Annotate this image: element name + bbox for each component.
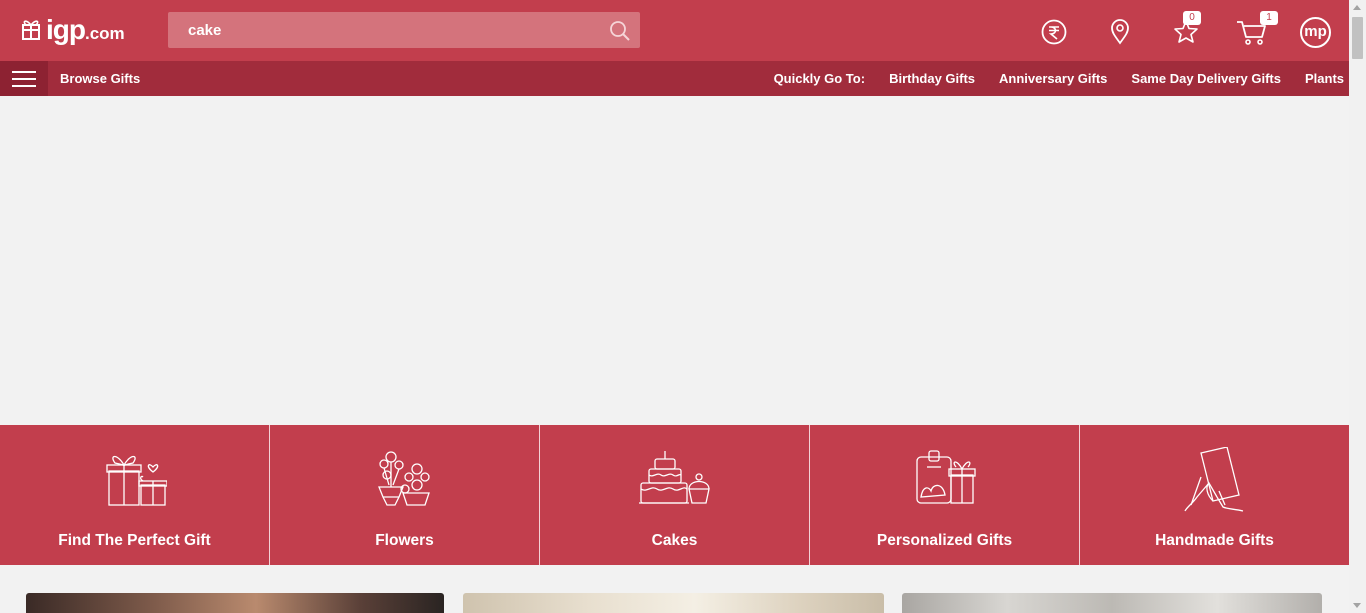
scrollbar-thumb[interactable] bbox=[1352, 17, 1363, 59]
category-cakes[interactable]: Cakes bbox=[540, 425, 810, 565]
location-pin-icon[interactable] bbox=[1106, 18, 1134, 46]
cart-count-badge: 1 bbox=[1260, 11, 1278, 25]
logo-text: igp bbox=[46, 14, 86, 45]
quick-link-birthday-gifts[interactable]: Birthday Gifts bbox=[889, 71, 975, 86]
browse-gifts-link[interactable]: Browse Gifts bbox=[60, 71, 140, 86]
quick-link-same-day-delivery[interactable]: Same Day Delivery Gifts bbox=[1131, 71, 1281, 86]
search-input[interactable] bbox=[168, 12, 588, 48]
category-label: Handmade Gifts bbox=[1155, 532, 1274, 549]
top-header: igp .com 0 1 mp bbox=[0, 0, 1349, 61]
logo-suffix: .com bbox=[85, 24, 125, 43]
product-card[interactable] bbox=[26, 593, 444, 613]
gift-boxes-icon bbox=[105, 455, 167, 506]
menu-hamburger-icon[interactable] bbox=[0, 61, 48, 96]
product-card[interactable] bbox=[902, 593, 1322, 613]
personalized-gift-icon bbox=[915, 450, 976, 504]
flowers-icon bbox=[377, 451, 430, 506]
search-icon[interactable] bbox=[608, 19, 632, 43]
page-scrollbar[interactable] bbox=[1349, 0, 1366, 613]
nav-bar: Browse Gifts Quickly Go To: Birthday Gif… bbox=[0, 61, 1349, 96]
category-strip: Find The Perfect Gift Flowers Cakes Pers… bbox=[0, 425, 1349, 565]
category-handmade-gifts[interactable]: Handmade Gifts bbox=[1080, 425, 1349, 565]
quick-links: Quickly Go To: Birthday Gifts Anniversar… bbox=[774, 71, 1349, 86]
handmade-card-icon bbox=[1183, 447, 1243, 512]
category-personalized-gifts[interactable]: Personalized Gifts bbox=[810, 425, 1080, 565]
cake-icon bbox=[638, 451, 710, 504]
user-avatar[interactable]: mp bbox=[1300, 17, 1331, 48]
gift-logo-icon bbox=[22, 20, 40, 40]
category-label: Flowers bbox=[375, 532, 434, 549]
category-label: Find The Perfect Gift bbox=[58, 532, 211, 549]
scroll-down-arrow-icon[interactable] bbox=[1353, 603, 1361, 608]
igp-logo[interactable]: igp .com bbox=[20, 12, 125, 48]
wishlist-count-badge: 0 bbox=[1183, 11, 1201, 25]
category-flowers[interactable]: Flowers bbox=[270, 425, 540, 565]
category-find-perfect-gift[interactable]: Find The Perfect Gift bbox=[0, 425, 270, 565]
category-label: Cakes bbox=[651, 532, 698, 549]
scroll-up-arrow-icon[interactable] bbox=[1353, 5, 1361, 10]
hero-banner[interactable] bbox=[0, 96, 1349, 425]
product-cards-row bbox=[0, 565, 1349, 613]
currency-rupee-icon[interactable] bbox=[1040, 18, 1068, 46]
quick-link-anniversary-gifts[interactable]: Anniversary Gifts bbox=[999, 71, 1107, 86]
category-label: Personalized Gifts bbox=[876, 532, 1013, 549]
search-bar bbox=[168, 12, 640, 48]
quick-go-label: Quickly Go To: bbox=[773, 71, 866, 86]
quick-link-plants[interactable]: Plants bbox=[1305, 71, 1344, 86]
product-card[interactable] bbox=[463, 593, 884, 613]
